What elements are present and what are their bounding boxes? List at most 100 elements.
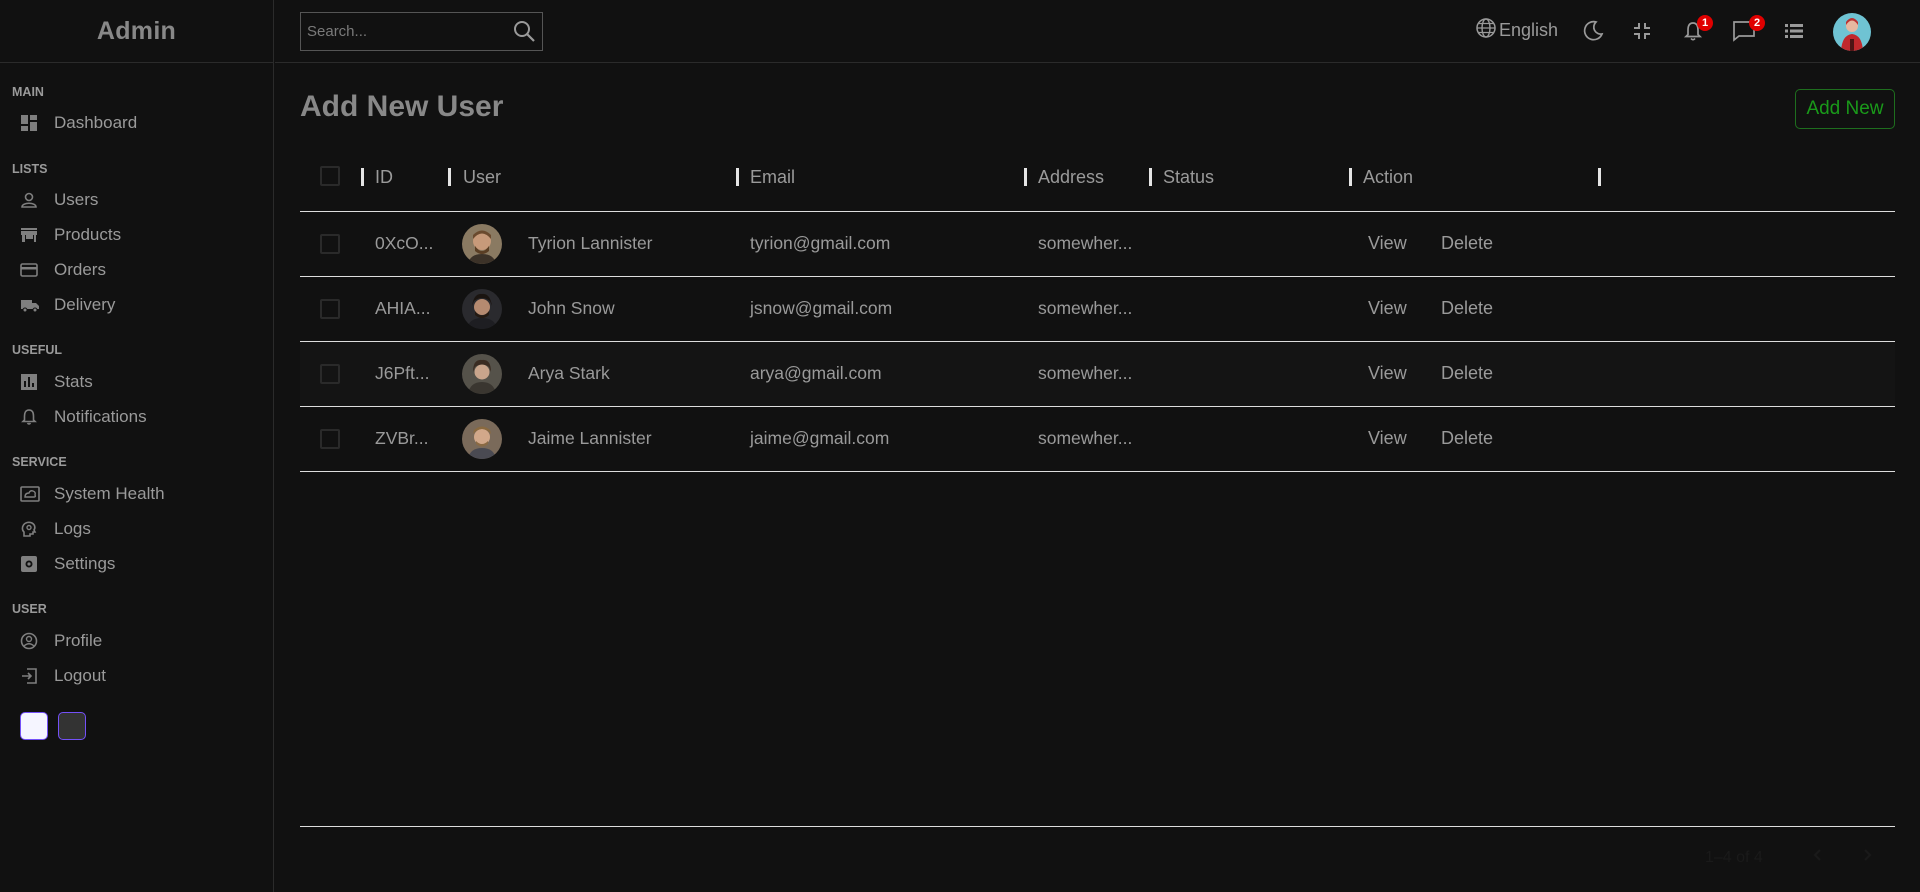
row-checkbox[interactable] bbox=[320, 299, 340, 319]
table-row[interactable]: 0XcO... Tyrion Lannister tyrion@gmail.co… bbox=[300, 212, 1895, 277]
column-header-user[interactable]: User bbox=[463, 167, 501, 188]
column-header-action[interactable]: Action bbox=[1363, 167, 1413, 188]
view-button[interactable]: View bbox=[1368, 298, 1407, 319]
column-separator[interactable] bbox=[1149, 168, 1152, 186]
view-button[interactable]: View bbox=[1368, 428, 1407, 449]
column-separator[interactable] bbox=[448, 168, 451, 186]
sidebar-item-label: Orders bbox=[54, 260, 106, 279]
search-icon[interactable] bbox=[512, 19, 536, 48]
notification-bell-icon: 1 bbox=[1682, 15, 1713, 47]
sidebar-item-label: Users bbox=[54, 190, 99, 209]
user-avatar bbox=[462, 354, 502, 394]
health-icon bbox=[12, 485, 48, 503]
next-page-button[interactable] bbox=[1855, 845, 1879, 869]
store-icon bbox=[12, 226, 48, 244]
view-button[interactable]: View bbox=[1368, 233, 1407, 254]
account-circle-icon bbox=[12, 632, 48, 650]
delete-button[interactable]: Delete bbox=[1441, 233, 1493, 254]
delete-button[interactable]: Delete bbox=[1441, 428, 1493, 449]
theme-swatch-dark[interactable] bbox=[58, 712, 86, 740]
column-separator[interactable] bbox=[736, 168, 739, 186]
add-new-button[interactable]: Add New bbox=[1795, 89, 1895, 129]
column-separator[interactable] bbox=[1024, 168, 1027, 186]
sidebar-item-products[interactable]: Products bbox=[12, 219, 262, 251]
bell-icon bbox=[12, 408, 48, 426]
logo[interactable]: Admin bbox=[97, 17, 176, 46]
globe-icon bbox=[1475, 17, 1497, 44]
sidebar-item-stats[interactable]: Stats bbox=[12, 366, 262, 398]
user-avatar bbox=[462, 419, 502, 459]
sidebar-item-logout[interactable]: Logout bbox=[12, 660, 262, 692]
cell-user-name: John Snow bbox=[528, 298, 615, 318]
chevron-left-icon bbox=[1811, 848, 1825, 867]
chevron-right-icon bbox=[1860, 848, 1874, 867]
fullscreen-exit-button[interactable] bbox=[1632, 21, 1652, 46]
row-checkbox[interactable] bbox=[320, 364, 340, 384]
sidebar-item-delivery[interactable]: Delivery bbox=[12, 289, 262, 321]
logo-area: Admin bbox=[0, 0, 273, 63]
sidebar: Admin MAIN Dashboard LISTS Users Product… bbox=[0, 0, 274, 892]
sidebar-section-lists: LISTS bbox=[12, 162, 48, 176]
row-checkbox[interactable] bbox=[320, 234, 340, 254]
column-separator[interactable] bbox=[361, 168, 364, 186]
user-icon bbox=[12, 191, 48, 209]
row-checkbox[interactable] bbox=[320, 429, 340, 449]
sidebar-item-dashboard[interactable]: Dashboard bbox=[12, 107, 262, 139]
moon-icon bbox=[1582, 20, 1604, 47]
sidebar-item-label: Notifications bbox=[54, 407, 147, 426]
chart-icon bbox=[12, 373, 48, 391]
sidebar-item-profile[interactable]: Profile bbox=[12, 625, 262, 657]
sidebar-item-label: Logs bbox=[54, 519, 91, 538]
psychology-icon bbox=[12, 520, 48, 538]
sidebar-section-service: SERVICE bbox=[12, 455, 67, 469]
select-all-checkbox[interactable] bbox=[320, 166, 340, 186]
search-input[interactable] bbox=[301, 23, 501, 40]
cell-id: 0XcO... bbox=[375, 233, 434, 253]
sidebar-item-notifications[interactable]: Notifications bbox=[12, 401, 262, 433]
column-header-id[interactable]: ID bbox=[375, 167, 393, 188]
cell-id: AHIA... bbox=[375, 298, 431, 318]
chat-bubble-icon: 2 bbox=[1732, 15, 1765, 47]
page-title: Add New User bbox=[300, 90, 504, 123]
sidebar-section-useful: USEFUL bbox=[12, 343, 62, 357]
notifications-button[interactable]: 1 bbox=[1682, 15, 1713, 47]
dark-mode-toggle[interactable] bbox=[1582, 20, 1604, 47]
column-separator[interactable] bbox=[1349, 168, 1352, 186]
settings-icon bbox=[12, 555, 48, 573]
column-header-status[interactable]: Status bbox=[1163, 167, 1214, 188]
sidebar-item-label: Dashboard bbox=[54, 113, 138, 132]
sidebar-item-orders[interactable]: Orders bbox=[12, 254, 262, 286]
previous-page-button[interactable] bbox=[1806, 845, 1830, 869]
theme-swatch-light[interactable] bbox=[20, 712, 48, 740]
truck-icon bbox=[12, 296, 48, 314]
cell-email: arya@gmail.com bbox=[750, 363, 882, 383]
column-header-address[interactable]: Address bbox=[1038, 167, 1104, 188]
sidebar-item-users[interactable]: Users bbox=[12, 184, 262, 216]
sidebar-item-settings[interactable]: Settings bbox=[12, 548, 262, 580]
table-row[interactable]: AHIA... John Snow jsnow@gmail.com somewh… bbox=[300, 277, 1895, 342]
menu-list-button[interactable] bbox=[1784, 22, 1804, 45]
cell-user-name: Arya Stark bbox=[528, 363, 610, 383]
user-avatar bbox=[462, 289, 502, 329]
table-row[interactable]: ZVBr... Jaime Lannister jaime@gmail.com … bbox=[300, 407, 1895, 472]
table-row[interactable]: J6Pft... Arya Stark arya@gmail.com somew… bbox=[300, 342, 1895, 407]
dashboard-icon bbox=[12, 114, 48, 132]
language-label: English bbox=[1499, 20, 1559, 40]
delete-button[interactable]: Delete bbox=[1441, 298, 1493, 319]
pagination-label: 1–4 of 4 bbox=[1705, 849, 1763, 866]
messages-button[interactable]: 2 bbox=[1732, 15, 1765, 47]
cell-user-name: Jaime Lannister bbox=[528, 428, 652, 448]
column-separator[interactable] bbox=[1598, 168, 1601, 186]
language-selector[interactable]: English bbox=[1475, 17, 1558, 44]
sidebar-section-user: USER bbox=[12, 602, 47, 616]
cell-id: ZVBr... bbox=[375, 428, 429, 448]
delete-button[interactable]: Delete bbox=[1441, 363, 1493, 384]
messages-badge: 2 bbox=[1749, 15, 1765, 31]
column-header-email[interactable]: Email bbox=[750, 167, 795, 188]
cell-address: somewher... bbox=[1038, 233, 1133, 253]
view-button[interactable]: View bbox=[1368, 363, 1407, 384]
sidebar-item-label: Delivery bbox=[54, 295, 116, 314]
sidebar-item-system-health[interactable]: System Health bbox=[12, 478, 262, 510]
sidebar-item-logs[interactable]: Logs bbox=[12, 513, 262, 545]
user-avatar[interactable] bbox=[1833, 13, 1871, 51]
